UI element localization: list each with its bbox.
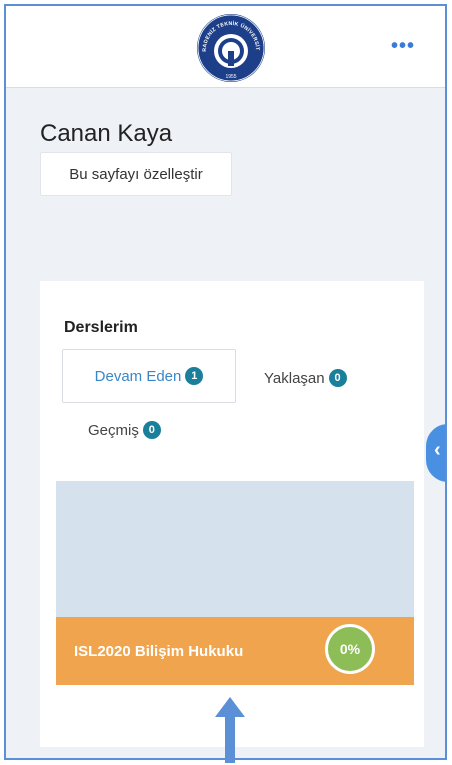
top-navbar: KARADENİZ TEKNİK ÜNİVERSİTESİ 1955 ••• [6,6,445,88]
university-logo[interactable]: KARADENİZ TEKNİK ÜNİVERSİTESİ 1955 [195,12,267,84]
annotation-arrow-icon [215,697,245,763]
tab-label: Devam Eden [94,367,182,385]
course-image[interactable] [56,481,414,617]
course-name[interactable]: ISL2020 Bilişim Hukuku [74,643,243,660]
course-footer: ISL2020 Bilişim Hukuku 0% [56,617,414,685]
tab-past[interactable]: Geçmiş 0 [88,421,161,439]
progress-indicator: 0% [325,624,375,674]
logo-year: 1955 [225,74,236,80]
tab-upcoming[interactable]: Yaklaşan 0 [264,369,347,387]
count-badge: 0 [142,421,161,439]
app-frame: KARADENİZ TEKNİK ÜNİVERSİTESİ 1955 ••• C… [4,4,447,760]
course-card[interactable]: ISL2020 Bilişim Hukuku 0% [56,481,414,685]
count-badge: 0 [328,369,347,387]
drawer-toggle-button[interactable]: ‹ [426,424,445,482]
page-title: Canan Kaya [40,120,173,147]
more-menu-button[interactable]: ••• [389,36,417,56]
chevron-left-icon: ‹ [434,439,441,461]
tab-label: Yaklaşan [264,369,325,387]
tab-in-progress[interactable]: Devam Eden 1 [62,349,236,403]
count-badge: 1 [185,367,204,385]
my-courses-block: Derslerim Devam Eden 1 Yaklaşan 0 Geçmiş… [40,281,424,747]
customize-page-button[interactable]: Bu sayfayı özelleştir [40,152,232,196]
tab-label: Geçmiş [88,421,139,439]
block-title: Derslerim [64,319,138,336]
